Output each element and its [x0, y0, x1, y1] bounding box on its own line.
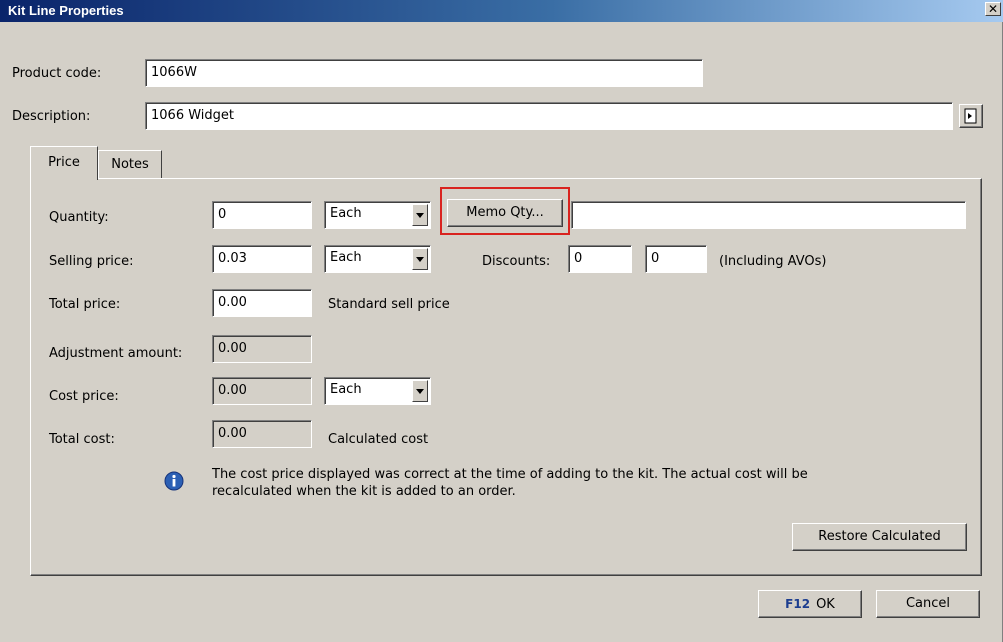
cost-price-unit-value: Each — [330, 382, 362, 397]
memo-qty-field[interactable] — [571, 201, 966, 229]
total-price-note: Standard sell price — [328, 297, 450, 312]
price-tab-panel — [30, 178, 982, 576]
info-message: The cost price displayed was correct at … — [212, 466, 912, 500]
total-price-field[interactable]: 0.00 — [212, 289, 312, 317]
dialog-window: Kit Line Properties ✕ Product code: 1066… — [0, 0, 1003, 642]
selling-price-unit-value: Each — [330, 250, 362, 265]
chevron-down-icon[interactable] — [412, 248, 428, 270]
info-line-2: recalculated when the kit is added to an… — [212, 484, 516, 499]
selling-price-unit-select[interactable]: Each — [324, 245, 431, 273]
quantity-label: Quantity: — [49, 210, 109, 225]
title-bar: Kit Line Properties ✕ — [0, 0, 1003, 22]
total-cost-label: Total cost: — [49, 432, 115, 447]
discount-1-field[interactable]: 0 — [568, 245, 632, 273]
selling-price-field[interactable]: 0.03 — [212, 245, 312, 273]
description-label: Description: — [12, 109, 91, 124]
window-title: Kit Line Properties — [8, 3, 124, 18]
highlight-box — [440, 187, 570, 235]
discounts-label: Discounts: — [482, 254, 551, 269]
adjustment-amount-label: Adjustment amount: — [49, 346, 183, 361]
quantity-unit-select[interactable]: Each — [324, 201, 431, 229]
cancel-button[interactable]: Cancel — [876, 590, 980, 618]
tab-notes[interactable]: Notes — [98, 150, 162, 178]
chevron-down-icon[interactable] — [412, 380, 428, 402]
discounts-note: (Including AVOs) — [719, 254, 827, 269]
restore-calculated-button[interactable]: Restore Calculated — [792, 523, 967, 551]
total-price-label: Total price: — [49, 297, 121, 312]
ok-label: OK — [816, 597, 835, 612]
product-code-field[interactable]: 1066W — [145, 59, 703, 87]
chevron-down-icon[interactable] — [412, 204, 428, 226]
total-cost-note: Calculated cost — [328, 432, 429, 447]
description-field[interactable]: 1066 Widget — [145, 102, 953, 130]
close-icon[interactable]: ✕ — [985, 2, 1001, 16]
ok-button[interactable]: F12 OK — [758, 590, 862, 618]
total-cost-field: 0.00 — [212, 420, 312, 448]
cost-price-label: Cost price: — [49, 389, 119, 404]
product-code-label: Product code: — [12, 66, 102, 81]
adjustment-amount-field: 0.00 — [212, 335, 312, 363]
quantity-field[interactable]: 0 — [212, 201, 312, 229]
selling-price-label: Selling price: — [49, 254, 134, 269]
cost-price-unit-select[interactable]: Each — [324, 377, 431, 405]
info-line-1: The cost price displayed was correct at … — [212, 467, 808, 482]
lookup-icon[interactable] — [959, 104, 983, 128]
discount-2-field[interactable]: 0 — [645, 245, 707, 273]
tab-price[interactable]: Price — [30, 146, 98, 180]
f12-shortcut-badge: F12 — [785, 597, 811, 611]
info-icon — [164, 471, 184, 491]
cost-price-field: 0.00 — [212, 377, 312, 405]
quantity-unit-value: Each — [330, 206, 362, 221]
